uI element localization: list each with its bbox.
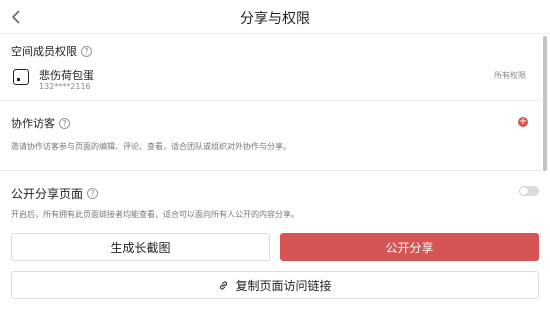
collab-guests-description: 邀请协作访客参与页面的编辑、评论、查看，适合团队或组织对外协作与分享。 — [11, 142, 291, 151]
public-share-title: 公开分享页面 — [11, 187, 84, 201]
divider — [0, 170, 541, 171]
collab-guests-title: 协作访客 — [11, 117, 55, 130]
space-members-section-title: 空间成员权限 ? — [11, 43, 92, 59]
help-icon[interactable]: ? — [81, 45, 92, 57]
space-members-title: 空间成员权限 — [11, 45, 77, 58]
public-share-section-title: 公开分享页面 ? — [11, 185, 99, 202]
copy-link-button[interactable]: 复制页面访问链接 — [11, 271, 539, 299]
scrollbar[interactable] — [543, 36, 547, 171]
member-permission[interactable]: 所有权限 — [494, 70, 526, 81]
add-guest-button[interactable]: + — [518, 117, 528, 127]
link-icon — [220, 280, 228, 290]
help-icon[interactable]: ? — [59, 117, 70, 129]
generate-long-image-button[interactable]: 生成长截图 — [11, 233, 270, 261]
member-phone: 132****2116 — [39, 82, 91, 91]
help-icon[interactable]: ? — [87, 188, 99, 199]
copy-link-label: 复制页面访问链接 — [235, 278, 332, 293]
public-share-button[interactable]: 公开分享 — [280, 233, 539, 261]
public-share-toggle[interactable] — [519, 186, 539, 196]
public-share-description: 开启后，所有拥有此页面链接者均能查看，适合可以面向所有人公开的内容分享。 — [11, 210, 299, 219]
collab-guests-section-title: 协作访客 ? — [11, 115, 70, 131]
page-title: 分享与权限 — [240, 11, 310, 27]
avatar — [13, 69, 29, 85]
plus-icon: + — [518, 116, 528, 127]
divider — [0, 100, 541, 101]
member-name: 悲伤荷包蛋 — [39, 69, 94, 82]
header-bar: 分享与权限 — [0, 0, 550, 34]
